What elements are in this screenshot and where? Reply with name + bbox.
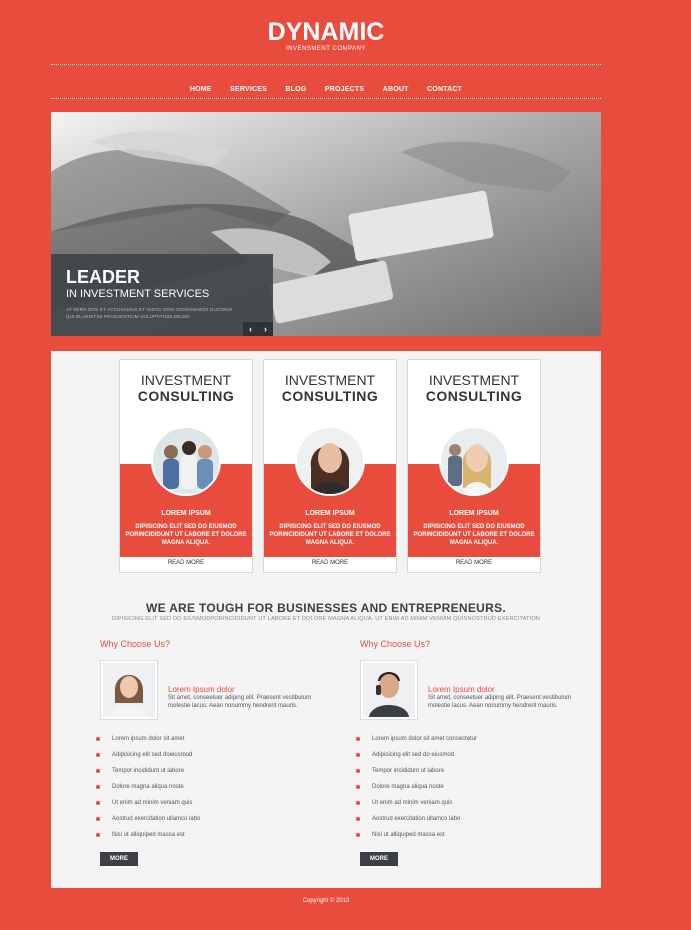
list-item[interactable]: Dolore magna aliqua noste [355, 783, 477, 799]
card-label: LOREM IPSUM [449, 510, 499, 517]
list-item[interactable]: Adipisicing elit sed doeiusmod [95, 751, 200, 767]
card-description: DIPISICING ELIT SED DO EIUSMOD PORINCIDI… [269, 524, 391, 546]
card-title-line1: INVESTMENT [284, 372, 376, 388]
benefits-list: Lorem ipsum dolor sit amet Adipisicing e… [95, 735, 200, 847]
team-photo-icon [153, 428, 219, 494]
list-item[interactable]: Tempor incididunt ut labore [355, 767, 477, 783]
woman-avatar-icon [103, 663, 155, 717]
header-divider-bottom [51, 98, 601, 99]
read-more-link[interactable]: READ MORE [408, 560, 540, 566]
nav-about[interactable]: ABOUT [383, 86, 409, 93]
list-item[interactable]: Ut enim ad minim veniam quis [95, 799, 200, 815]
service-card[interactable]: INVESTMENT CONSULTING LOREM IPSUM DIPISI… [263, 359, 397, 573]
list-item[interactable]: Ut enim ad minim veniam quis [355, 799, 477, 815]
logo-title: DYNAMIC [267, 18, 385, 46]
footer-copyright: Copyright © 2013 [302, 898, 350, 904]
list-item[interactable]: Aostrud exercitation ullamco labo [95, 815, 200, 831]
why-heading: Why Choose Us? [360, 639, 431, 649]
card-title-line2: CONSULTING [281, 388, 379, 404]
card-photo-team [151, 426, 221, 496]
tough-heading: WE ARE TOUGH FOR BUSINESSES AND ENTREPRE… [145, 601, 507, 615]
logo-subtitle: INVENSMENT COMPANY [286, 46, 366, 52]
service-card[interactable]: INVESTMENT CONSULTING LOREM IPSUM DIPISI… [407, 359, 541, 573]
card-photo-woman [295, 426, 365, 496]
slider-caption: LEADER IN INVESTMENT SERVICES AT VERO EO… [51, 254, 273, 336]
card-title-line1: INVESTMENT [140, 372, 232, 388]
content-panel: INVESTMENT CONSULTING LOREM IPSUM DIPISI… [51, 351, 601, 888]
list-item[interactable]: Lorem ipsum dolor sit amet consectetur [355, 735, 477, 751]
card-title-line1: INVESTMENT [428, 372, 520, 388]
blonde-woman-photo-icon [441, 428, 507, 494]
main-nav: HOME SERVICES BLOG PROJECTS ABOUT CONTAC… [51, 78, 601, 96]
list-item[interactable]: Tempor incididunt ut labore [95, 767, 200, 783]
card-label: LOREM IPSUM [305, 510, 355, 517]
person-text: Sit amet, conseetuer adiping elit. Praes… [168, 695, 312, 709]
card-title-line2: CONSULTING [137, 388, 235, 404]
list-item[interactable]: Nisi ut alliquiped massa est [95, 831, 200, 847]
man-on-phone-avatar-icon [363, 663, 415, 717]
person-title: Lorem Ipsum dolor [428, 685, 495, 694]
more-button[interactable]: MORE [360, 852, 398, 866]
nav-services[interactable]: SERVICES [230, 86, 267, 93]
slider-next-button[interactable]: › [264, 324, 267, 334]
list-item[interactable]: Lorem ipsum dolor sit amet [95, 735, 200, 751]
person-photo [363, 663, 415, 717]
why-heading: Why Choose Us? [100, 639, 171, 649]
slider-text: AT VERO EOS ET ACCUSAMUS ET IUSTO ODIO D… [66, 306, 258, 320]
card-photo-blonde-woman [439, 426, 509, 496]
hero-slider[interactable]: LEADER IN INVESTMENT SERVICES AT VERO EO… [51, 112, 601, 336]
tough-subheading: DIPISICING ELIT SED DO EIUSMODPORINCIDID… [111, 616, 541, 622]
list-item[interactable]: Aostrud exercitation ullamco labo [355, 815, 477, 831]
why-choose-column: Why Choose Us? Lorem Ipsum dolor Sit ame… [355, 639, 580, 866]
nav-blog[interactable]: BLOG [285, 86, 306, 93]
card-description: DIPISICING ELIT SED DO EIUSMOD PORINCIDI… [413, 524, 535, 546]
nav-contact[interactable]: CONTACT [427, 86, 462, 93]
woman-photo-icon [297, 428, 363, 494]
list-item[interactable]: Dolore magna aliqua noste [95, 783, 200, 799]
nav-home[interactable]: HOME [190, 86, 212, 93]
list-item[interactable]: Nisi ut alliquiped massa est [355, 831, 477, 847]
slider-controls: ‹ › [243, 322, 273, 336]
nav-projects[interactable]: PROJECTS [325, 86, 364, 93]
person-title: Lorem Ipsum dolor [168, 685, 235, 694]
card-label: LOREM IPSUM [161, 510, 211, 517]
service-card[interactable]: INVESTMENT CONSULTING LOREM IPSUM DIPISI… [119, 359, 253, 573]
card-description: DIPISICING ELIT SED DO EIUSMOD PORINCIDI… [125, 524, 247, 546]
slider-subtitle: IN INVESTMENT SERVICES [66, 288, 210, 300]
tough-section: WE ARE TOUGH FOR BUSINESSES AND ENTREPRE… [51, 601, 601, 622]
more-button[interactable]: MORE [100, 852, 138, 866]
why-choose-column: Why Choose Us? Lorem Ipsum dolor Sit ame… [95, 639, 320, 866]
read-more-link[interactable]: READ MORE [264, 560, 396, 566]
benefits-list: Lorem ipsum dolor sit amet consectetur A… [355, 735, 477, 847]
person-photo-frame [360, 660, 418, 720]
slider-text-line1: AT VERO EOS ET ACCUSAMUS ET IUSTO ODIO D… [66, 307, 233, 312]
person-photo-frame [100, 660, 158, 720]
person-text: Sit amet, conseetuer adiping elit. Praes… [428, 695, 572, 709]
read-more-link[interactable]: READ MORE [120, 560, 252, 566]
logo[interactable]: DYNAMIC INVENSMENT COMPANY [51, 18, 601, 53]
list-item[interactable]: Adipisicing elit sed do eiusmod [355, 751, 477, 767]
header-divider-top [51, 64, 601, 65]
slider-prev-button[interactable]: ‹ [249, 324, 252, 334]
slider-text-line2: QUI BLANDITIIS PRAESENTIUM VOLUPTATUM DE… [66, 314, 190, 319]
slider-title: LEADER [66, 267, 141, 287]
person-photo [103, 663, 155, 717]
card-title-line2: CONSULTING [425, 388, 523, 404]
